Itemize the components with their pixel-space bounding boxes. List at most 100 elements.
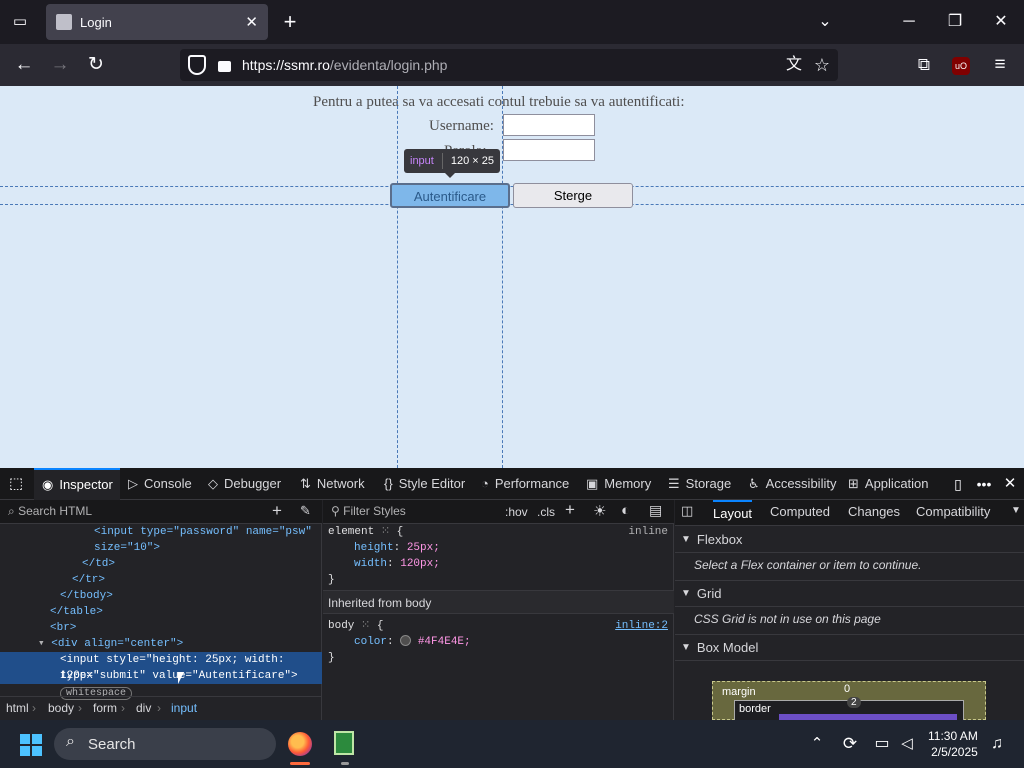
markup-line-selected[interactable]: <input style="height: 25px; width: 120px… [0,652,322,684]
toggle-sidebar-icon[interactable]: ◫ [681,503,693,519]
tab-inspector[interactable]: ◉ Inspector [34,468,120,500]
new-tab-icon[interactable]: + [274,6,306,38]
reload-icon[interactable]: ↻ [80,49,112,81]
grid-section-header[interactable]: ▼ Grid [675,580,1024,607]
markup-line[interactable]: <input type="password" name="psw" [0,524,322,540]
taskbar-search[interactable]: ⌕ Search [54,728,276,760]
close-devtools-icon[interactable]: ✕ [994,468,1024,500]
rule-value[interactable]: 120px; [400,558,440,570]
markup-line-text: </td> [82,558,116,570]
hov-toggle[interactable]: :hov [505,505,528,519]
username-input[interactable] [503,114,595,136]
rule-value[interactable]: 25px; [407,542,440,554]
light-scheme-icon[interactable]: ☀ [593,502,606,520]
breadcrumb-item[interactable]: body [48,701,74,715]
tab-application[interactable]: ⊞ Application [848,468,929,500]
rule-property[interactable]: height [354,542,394,554]
sync-status-icon[interactable]: ⟳ [834,728,866,760]
tab-style-editor[interactable]: {} Style Editor [384,468,465,500]
close-tab-icon[interactable]: ✕ [245,13,258,31]
box-model-border[interactable]: border 2 [734,697,964,722]
rule-origin-link[interactable]: inline:2 [615,618,668,634]
collapse-arrow-icon[interactable]: ▾ [38,638,51,650]
markup-line-text: <div align="center"> [51,638,184,650]
password-input[interactable] [503,139,595,161]
extensions-icon[interactable]: ⧉ [908,49,940,81]
eyedropper-icon[interactable]: ✎ [300,503,311,519]
margin-value[interactable]: 0 [844,683,850,695]
markup-line-text: </table> [50,606,103,618]
markup-line[interactable]: <br> [0,620,322,636]
tab-storage[interactable]: ☰ Storage [668,468,731,500]
tab-network[interactable]: ⇅ Network [300,468,365,500]
markup-line[interactable]: </td> [0,556,322,572]
color-swatch-icon[interactable] [400,635,412,646]
boxmodel-section-header[interactable]: ▼ Box Model [675,634,1024,661]
guide-line-right [502,86,503,468]
rule-property[interactable]: width [354,558,387,570]
bookmark-star-icon[interactable]: ☆ [806,49,838,81]
tab-changes[interactable]: Changes [848,504,900,519]
notepad-app-icon[interactable] [334,731,354,755]
back-icon[interactable]: ← [8,49,40,81]
flexbox-section-header[interactable]: ▼ Flexbox [675,526,1024,553]
submit-button[interactable]: Autentificare [390,183,510,208]
filter-styles-input[interactable]: ⚲ Filter Styles [331,504,406,518]
body-rule: body ⁙ {inline:2 color: #4F4E4E; } [328,618,668,664]
tab-performance[interactable]: ◔ Performance [481,468,569,500]
tab-list-icon[interactable]: ▭ [4,6,36,38]
flexbox-header-label: Flexbox [696,531,743,547]
markup-line[interactable]: ▾ <div align="center"> [0,636,322,652]
breadcrumb-item[interactable]: html [6,701,29,715]
breadcrumb-item-current[interactable]: input [171,701,197,715]
tab-compatibility[interactable]: Compatibility [916,504,990,519]
shield-icon[interactable] [188,55,206,75]
markup-line[interactable]: </tr> [0,572,322,588]
tab-accessibility[interactable]: ♿ Accessibility [748,468,836,500]
url-text[interactable]: https://ssmr.ro/evidenta/login.php [242,57,447,73]
windows-start-icon[interactable] [20,734,42,756]
search-html-input[interactable]: ⌕ Search HTML [8,504,92,519]
dark-scheme-icon[interactable]: ◐ [621,502,630,519]
rule-property[interactable]: color [354,636,387,648]
breadcrumb-item[interactable]: form [93,701,117,715]
maximize-icon[interactable]: ❐ [932,0,978,44]
pick-element-icon[interactable]: ⬚ [0,468,32,500]
tab-computed[interactable]: Computed [770,504,830,519]
minimize-icon[interactable]: ─ [886,0,932,44]
volume-muted-icon[interactable]: ◁ [891,728,923,760]
rule-selector: body [328,620,355,632]
reset-button[interactable]: Sterge [513,183,633,208]
add-node-icon[interactable]: + [272,501,282,521]
lock-icon[interactable] [218,61,231,72]
add-rule-icon[interactable]: + [565,500,575,520]
ublock-icon[interactable]: uO [952,57,970,75]
notification-bell-icon[interactable]: ♫ [981,728,1013,760]
url-bar[interactable]: https://ssmr.ro/evidenta/login.php 文 ☆ [180,49,838,81]
guide-line-top [0,186,1024,187]
show-hidden-icons-icon[interactable]: ⌃ [801,728,833,760]
forward-icon[interactable]: → [44,49,76,81]
clock[interactable]: 11:30 AM 2/5/2025 [928,728,978,760]
markup-line[interactable]: </tbody> [0,588,322,604]
breadcrumb-item[interactable]: div [136,701,151,715]
tab-layout[interactable]: Layout [713,500,753,526]
rule-value[interactable]: #4F4E4E; [418,636,471,648]
markup-line[interactable]: </table> [0,604,322,620]
menu-icon[interactable]: ≡ [984,49,1016,81]
print-media-icon[interactable]: ▤ [649,502,662,519]
border-value[interactable]: 2 [847,697,861,708]
cls-toggle[interactable]: .cls [537,505,555,519]
list-all-tabs-icon[interactable]: ⌄ [802,0,848,44]
tab-debugger[interactable]: ◇ Debugger [208,468,281,500]
firefox-app-icon[interactable] [288,732,312,756]
markup-line[interactable]: size="10"> [0,540,322,556]
markup-toolbar: ⌕ Search HTML + ✎ [0,500,322,524]
search-html-placeholder: Search HTML [18,504,93,518]
close-window-icon[interactable]: ✕ [978,0,1024,44]
tab-memory[interactable]: ▣ Memory [586,468,651,500]
overflow-tabs-icon[interactable]: ▼ [1011,505,1021,516]
browser-tab[interactable]: Login ✕ [46,4,268,40]
box-model-margin[interactable]: margin 0 border 2 [712,681,986,722]
tab-console[interactable]: ▷ Console [128,468,192,500]
